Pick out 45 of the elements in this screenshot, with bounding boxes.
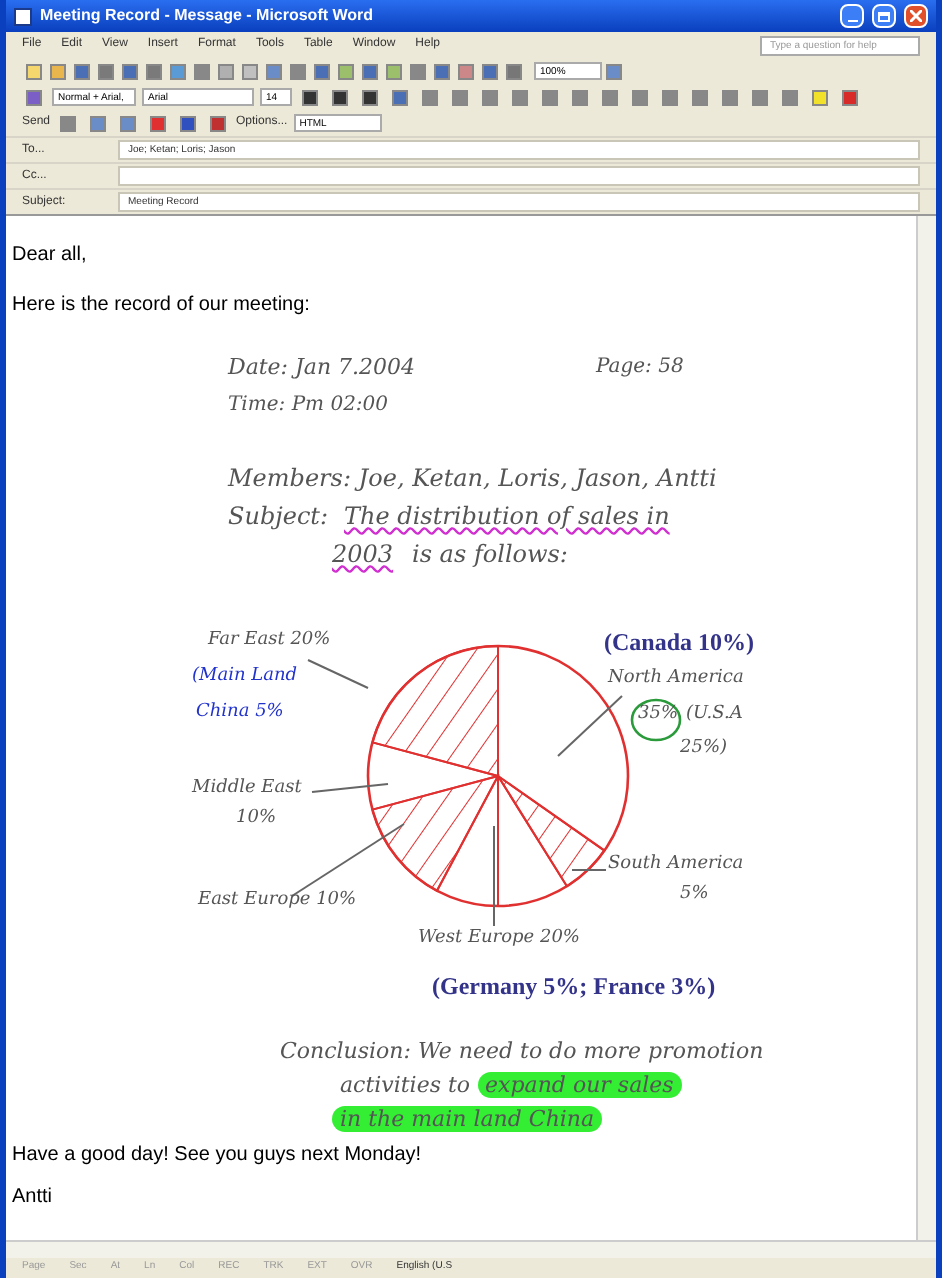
circle-mark xyxy=(630,698,682,742)
chart-label: Far East 20% xyxy=(208,632,331,650)
chart-label: North America xyxy=(608,670,744,688)
signature-text: Antti xyxy=(12,1184,55,1212)
minimize-button[interactable] xyxy=(840,4,864,28)
chart-label: China 5% xyxy=(196,704,284,722)
document-icon xyxy=(14,7,32,25)
conclusion-text: in the main land China xyxy=(332,1104,603,1137)
close-icon xyxy=(910,10,922,22)
chart-label: East Europe 10% xyxy=(198,892,357,910)
chart-label: 10% xyxy=(236,810,277,828)
address-field[interactable] xyxy=(118,166,920,186)
chart-label: Middle East xyxy=(192,780,302,798)
subject-text: is as follows: xyxy=(412,538,568,572)
chart-label: West Europe 20% xyxy=(418,930,580,948)
leader-line xyxy=(307,659,369,689)
chart-label: (Germany 5%; France 3%) xyxy=(432,974,716,998)
window-title: Meeting Record - Message - Microsoft Word xyxy=(40,4,376,28)
members-text: Members: Joe, Ketan, Loris, Jason, Antti xyxy=(228,462,717,496)
subject-label: Subject: xyxy=(228,500,329,534)
chart-label: 5% xyxy=(680,886,709,904)
chart-label: 25%) xyxy=(680,740,728,758)
date-text: Date: Jan 7.2004 xyxy=(228,352,416,384)
chart-label: (Main Land xyxy=(192,668,298,686)
leader-line xyxy=(493,825,495,927)
conclusion-text: activities to expand our sales xyxy=(340,1070,682,1103)
vertical-scrollbar[interactable] xyxy=(916,216,936,1240)
maximize-button[interactable] xyxy=(872,4,896,28)
chart-label: 35% xyxy=(638,706,679,724)
conclusion-text: Conclusion: We need to do more promotion xyxy=(280,1036,764,1068)
chart-label: (Canada 10%) xyxy=(604,630,755,654)
intro-text: Here is the record of our meeting: xyxy=(12,292,312,320)
leader-line xyxy=(557,695,623,757)
closing-text: Have a good day! See you guys next Monday! xyxy=(12,1142,424,1170)
page-number-text: Page: 58 xyxy=(596,354,684,382)
close-button[interactable] xyxy=(904,4,928,28)
year-text: 2003 xyxy=(332,538,394,572)
greeting-text: Dear all, xyxy=(12,242,89,270)
leader-line xyxy=(571,869,607,871)
chart-label: (U.S.A xyxy=(686,706,743,724)
leader-line xyxy=(311,783,389,793)
horizontal-scrollbar[interactable] xyxy=(6,1240,936,1258)
time-text: Time: Pm 02:00 xyxy=(228,392,389,420)
subject-text: The distribution of sales in xyxy=(344,500,670,534)
chart-label: South America xyxy=(608,856,744,874)
